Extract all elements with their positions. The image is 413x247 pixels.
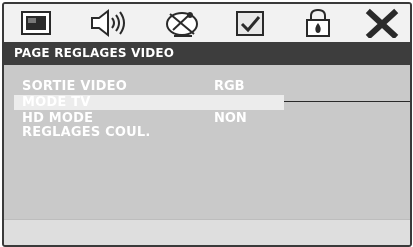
satellite-dish-icon[interactable] [162, 8, 202, 38]
monitor-icon[interactable] [16, 8, 56, 38]
page-title: PAGE REGLAGES VIDEO [14, 46, 175, 60]
menu-item-sortie-video[interactable]: SORTIE VIDEO RGB [14, 79, 284, 94]
menu-item-label: SORTIE VIDEO [22, 79, 127, 94]
speaker-icon[interactable] [86, 8, 130, 38]
menu-item-label: MODE TV [22, 95, 91, 110]
close-icon[interactable] [362, 8, 402, 38]
page-header: PAGE REGLAGES VIDEO [4, 42, 410, 65]
menu-item-reglages-coul[interactable]: REGLAGES COUL. [14, 125, 284, 140]
lock-icon[interactable] [298, 8, 338, 38]
menu-item-label: REGLAGES COUL. [22, 125, 151, 140]
menu-item-value: RGB [214, 79, 245, 94]
menu-item-label: HD MODE [22, 111, 94, 126]
settings-list: SORTIE VIDEO RGB MODE TV HD MODE NON REG… [4, 65, 410, 219]
menu-item-value: NON [214, 111, 247, 126]
checkbox-icon[interactable] [230, 8, 270, 38]
footer-bar [4, 219, 410, 245]
tab-bar [4, 4, 410, 42]
settings-window: PAGE REGLAGES VIDEO SORTIE VIDEO RGB MOD… [2, 2, 412, 247]
selection-indicator-line [284, 101, 410, 102]
menu-item-hd-mode[interactable]: HD MODE NON [14, 111, 284, 126]
menu-item-mode-tv[interactable]: MODE TV [14, 95, 284, 110]
